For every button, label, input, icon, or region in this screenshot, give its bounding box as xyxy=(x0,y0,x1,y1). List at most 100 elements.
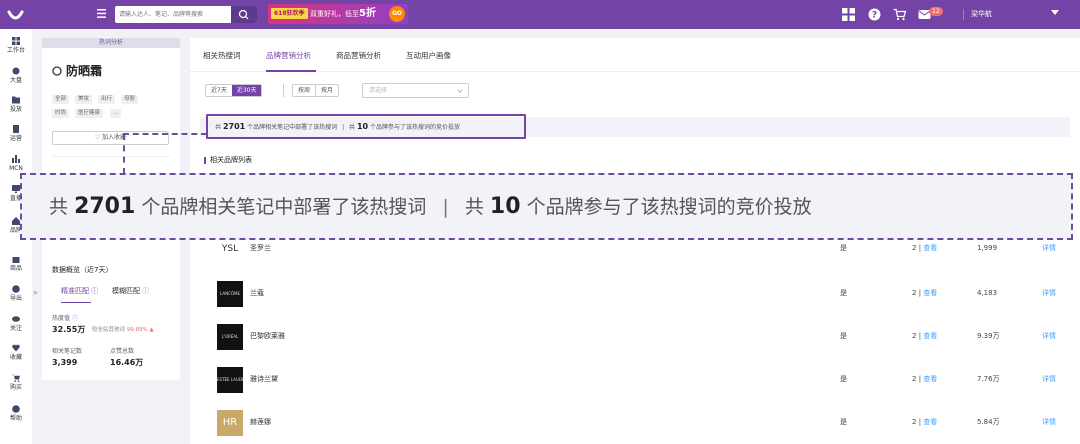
nav-item-document[interactable]: 运营 xyxy=(0,125,32,153)
brand-name[interactable]: 巴黎欧莱雅 xyxy=(250,332,285,341)
notes-number: 2 xyxy=(912,289,917,297)
bid-status: 是 xyxy=(840,375,847,383)
home-icon xyxy=(12,217,20,225)
nav-item-grid[interactable]: 工作台 xyxy=(0,37,32,65)
detail-link[interactable]: 详情 xyxy=(1042,244,1056,253)
detail-link[interactable]: 详情 xyxy=(1042,375,1056,384)
brand-name[interactable]: 兰蔻 xyxy=(250,289,264,298)
brand-logo: L'ORÉAL xyxy=(217,324,243,350)
bid-count: 10 xyxy=(356,122,369,131)
zoom-mid: 个品牌相关笔记中部署了该热搜词 xyxy=(141,196,427,218)
nav-label: 导出 xyxy=(9,295,22,302)
view-link[interactable]: 查看 xyxy=(923,332,937,340)
grid-icon xyxy=(12,37,20,45)
view-link[interactable]: 查看 xyxy=(923,244,937,252)
chart-icon xyxy=(12,155,20,163)
range-7-days-button[interactable]: 近7天 xyxy=(206,85,232,96)
logo-icon[interactable] xyxy=(7,6,24,23)
view-link[interactable]: 查看 xyxy=(923,418,937,426)
panel-header: 热词分析 xyxy=(42,38,180,48)
detail-link[interactable]: 详情 xyxy=(1042,332,1056,341)
notes-value: 3,399 xyxy=(52,358,78,367)
main-tabs: 相关热搜词 品牌营销分析 商品营销分析 互动用户画像 xyxy=(190,38,1080,72)
tag-item[interactable]: 美妆 xyxy=(75,95,93,104)
arrow-up-icon: ▲ xyxy=(149,327,154,333)
toolbar-divider xyxy=(283,84,284,97)
help-icon[interactable]: ? xyxy=(868,8,881,21)
question-icon xyxy=(12,405,20,413)
nav-label: MCN xyxy=(9,165,23,172)
by-week-button[interactable]: 按周 xyxy=(293,85,315,96)
zoom-brand-count: 2701 xyxy=(74,194,136,219)
brand-name[interactable]: 雅诗兰黛 xyxy=(250,375,278,384)
brand-name[interactable]: 赫莲娜 xyxy=(250,418,271,427)
tab-fuzzy-match[interactable]: 模糊匹配 ⓘ xyxy=(112,287,149,296)
summary-text: 共 2701 个品牌相关笔记中部署了该热搜词 | 共 10 个品牌参与了该热搜词… xyxy=(215,122,460,132)
summary-separator: | xyxy=(342,124,345,131)
document-icon xyxy=(13,125,19,133)
notes-number: 2 xyxy=(912,332,917,340)
promo-go-button[interactable]: GO xyxy=(389,6,405,22)
tag-item[interactable]: 时尚 xyxy=(52,109,70,118)
cart-icon[interactable] xyxy=(893,8,906,21)
view-link[interactable]: 查看 xyxy=(923,289,937,297)
tab-user-profile[interactable]: 互动用户画像 xyxy=(406,51,451,61)
brand-list-title: 相关品牌列表 xyxy=(204,156,252,165)
detail-link[interactable]: 详情 xyxy=(1042,289,1056,298)
brand-value: 9.39万 xyxy=(977,332,1000,340)
top-bar: 618狂欢季 双重好礼，低至5折 GO ? 12 梁华航 xyxy=(0,0,1080,29)
tab-exact-label: 精准匹配 xyxy=(61,287,89,295)
tab-exact-match[interactable]: 精准匹配 ⓘ xyxy=(61,287,98,296)
view-link[interactable]: 查看 xyxy=(923,375,937,383)
search-button[interactable] xyxy=(231,6,257,23)
nav-label: 购买 xyxy=(9,384,22,391)
tag-item[interactable]: 全部 xyxy=(52,95,70,104)
nav-item-folder[interactable]: 投放 xyxy=(0,96,32,124)
nav-item-bag[interactable]: 商品 xyxy=(0,255,32,283)
by-month-button[interactable]: 按月 xyxy=(315,85,338,96)
tag-item[interactable]: 母婴 xyxy=(121,95,139,104)
brand-name[interactable]: 圣罗兰 xyxy=(250,244,271,253)
nav-label: 工作台 xyxy=(6,47,25,54)
nav-item-heart[interactable]: 收藏 xyxy=(0,344,32,372)
select-placeholder: 请选择 xyxy=(369,87,388,94)
notes-count: 2 | 查看 xyxy=(912,332,938,340)
zoom-tail: 个品牌参与了该热搜词的竞价投放 xyxy=(526,196,812,218)
promo-tag: 618狂欢季 xyxy=(271,8,308,19)
tab-product-marketing[interactable]: 商品营销分析 xyxy=(336,51,381,61)
tag-item[interactable]: ... xyxy=(110,109,122,118)
search-input[interactable] xyxy=(119,8,231,21)
tab-brand-marketing[interactable]: 品牌营销分析 xyxy=(266,51,311,61)
nav-item-plus-circle[interactable]: 导出 xyxy=(0,285,32,313)
nav-item-globe[interactable]: 大盘 xyxy=(0,67,32,95)
user-menu-caret-icon[interactable] xyxy=(1051,10,1059,15)
nav-item-cart[interactable]: 购买 xyxy=(0,374,32,402)
range-30-days-button[interactable]: 近30天 xyxy=(231,85,262,96)
period-select[interactable]: 请选择 xyxy=(362,83,469,98)
nav-item-eye[interactable]: 关注 xyxy=(0,315,32,343)
apps-grid-icon[interactable] xyxy=(842,8,855,21)
brand-logo: ESTĒE LAUDER xyxy=(217,367,243,393)
keyword-title: 防晒霜 xyxy=(66,64,103,78)
promo-text-main: 双重好礼，低至 xyxy=(310,10,359,18)
nav-item-question[interactable]: 帮助 xyxy=(0,405,32,433)
nav-label: 收藏 xyxy=(9,354,22,361)
summary-zoom-callout: 共 2701 个品牌相关笔记中部署了该热搜词 | 共 10 个品牌参与了该热搜词… xyxy=(20,173,1073,240)
heat-percent: 99.89% xyxy=(126,327,148,333)
menu-icon[interactable] xyxy=(97,9,106,18)
tag-item[interactable]: 出行 xyxy=(98,95,116,104)
detail-link[interactable]: 详情 xyxy=(1042,418,1056,427)
search-box xyxy=(115,6,257,23)
promo-highlight: 5折 xyxy=(359,8,376,19)
tab-related-keywords[interactable]: 相关热搜词 xyxy=(203,51,241,61)
summary-tail: 个品牌参与了该热搜词的竞价投放 xyxy=(370,124,461,131)
user-name[interactable]: 梁华航 xyxy=(971,9,992,20)
promo-banner[interactable]: 618狂欢季 双重好礼，低至5折 GO xyxy=(268,4,408,24)
collapse-toggle-icon[interactable]: » xyxy=(33,288,38,297)
tag-item[interactable]: 医疗健康 xyxy=(75,109,104,118)
nav-label: 运营 xyxy=(9,135,22,142)
svg-text:?: ? xyxy=(872,11,877,21)
summary-prefix: 共 xyxy=(215,124,222,131)
notes-count: 2 | 查看 xyxy=(912,244,938,252)
zoom-bid-count: 10 xyxy=(489,194,521,219)
